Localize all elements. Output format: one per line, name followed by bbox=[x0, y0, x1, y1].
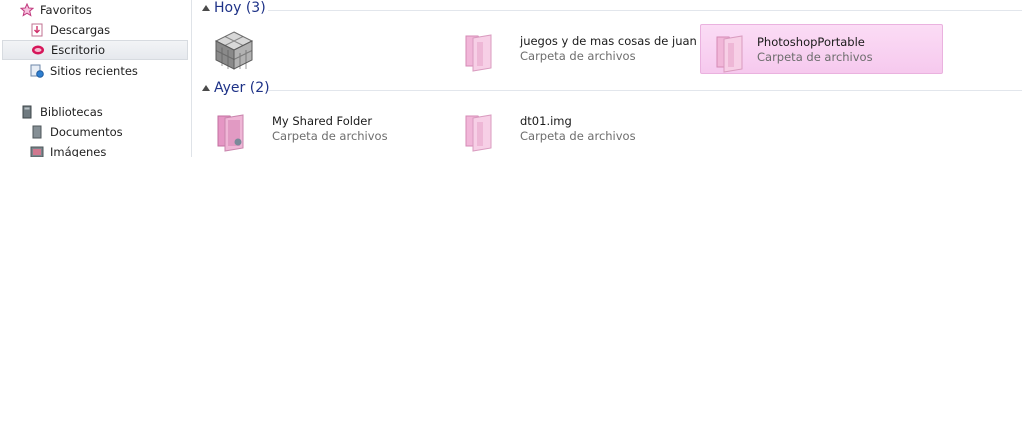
nav-item-documents[interactable]: Documentos bbox=[0, 122, 190, 142]
documents-icon bbox=[30, 125, 44, 139]
group-title: Ayer (2) bbox=[214, 80, 270, 96]
libraries-icon bbox=[20, 105, 34, 119]
nav-libraries[interactable]: Bibliotecas bbox=[0, 102, 190, 122]
file-item-dt01-img[interactable]: dt01.img Carpeta de archivos bbox=[450, 104, 693, 154]
cube-app-icon bbox=[212, 28, 256, 72]
folder-icon bbox=[460, 28, 504, 72]
file-list-pane[interactable]: Hoy (3) juegos y de mas cosas de juan Ca… bbox=[192, 0, 1022, 157]
nav-item-label: Descargas bbox=[50, 23, 111, 37]
shared-folder-icon bbox=[212, 108, 256, 152]
file-explorer-window: Favoritos Descargas Escritorio Sitios re… bbox=[0, 0, 1022, 157]
recent-places-icon bbox=[30, 64, 44, 78]
file-name: dt01.img bbox=[520, 114, 572, 128]
file-type: Carpeta de archivos bbox=[520, 49, 636, 63]
nav-item-downloads[interactable]: Descargas bbox=[0, 20, 190, 40]
desktop-icon bbox=[31, 43, 45, 57]
downloads-icon bbox=[30, 23, 44, 37]
nav-item-desktop[interactable]: Escritorio bbox=[2, 40, 188, 60]
file-name: PhotoshopPortable bbox=[757, 35, 865, 49]
nav-libraries-label: Bibliotecas bbox=[40, 105, 103, 119]
group-divider bbox=[268, 90, 1022, 91]
file-type: Carpeta de archivos bbox=[757, 50, 873, 64]
folder-icon bbox=[711, 29, 755, 73]
navigation-pane[interactable]: Favoritos Descargas Escritorio Sitios re… bbox=[0, 0, 192, 157]
collapse-triangle-icon[interactable] bbox=[202, 85, 210, 91]
file-type: Carpeta de archivos bbox=[272, 129, 388, 143]
file-name: juegos y de mas cosas de juan bbox=[520, 34, 697, 48]
file-name: My Shared Folder bbox=[272, 114, 373, 128]
group-header-today[interactable]: Hoy (3) bbox=[192, 0, 1022, 20]
nav-item-pictures[interactable]: Imágenes bbox=[0, 142, 190, 157]
file-item-folder[interactable]: juegos y de mas cosas de juan Carpeta de… bbox=[450, 24, 697, 74]
file-item-photoshop-portable[interactable]: PhotoshopPortable Carpeta de archivos bbox=[700, 24, 943, 74]
nav-item-label: Documentos bbox=[50, 125, 123, 139]
star-icon bbox=[20, 3, 34, 17]
file-item-my-shared-folder[interactable]: My Shared Folder Carpeta de archivos bbox=[202, 104, 445, 154]
file-type: Carpeta de archivos bbox=[520, 129, 636, 143]
group-title: Hoy (3) bbox=[214, 0, 266, 16]
group-header-yesterday[interactable]: Ayer (2) bbox=[192, 80, 1022, 100]
collapse-triangle-icon[interactable] bbox=[202, 5, 210, 11]
folder-icon bbox=[460, 108, 504, 152]
nav-favorites-label: Favoritos bbox=[40, 3, 92, 17]
nav-item-recent-places[interactable]: Sitios recientes bbox=[0, 61, 190, 81]
nav-item-label: Imágenes bbox=[50, 145, 107, 157]
nav-item-label: Sitios recientes bbox=[50, 64, 138, 78]
file-item-cube-app[interactable] bbox=[202, 24, 445, 74]
pictures-icon bbox=[30, 145, 44, 157]
group-divider bbox=[268, 10, 1022, 11]
nav-item-label: Escritorio bbox=[51, 43, 106, 57]
nav-favorites[interactable]: Favoritos bbox=[0, 0, 190, 20]
